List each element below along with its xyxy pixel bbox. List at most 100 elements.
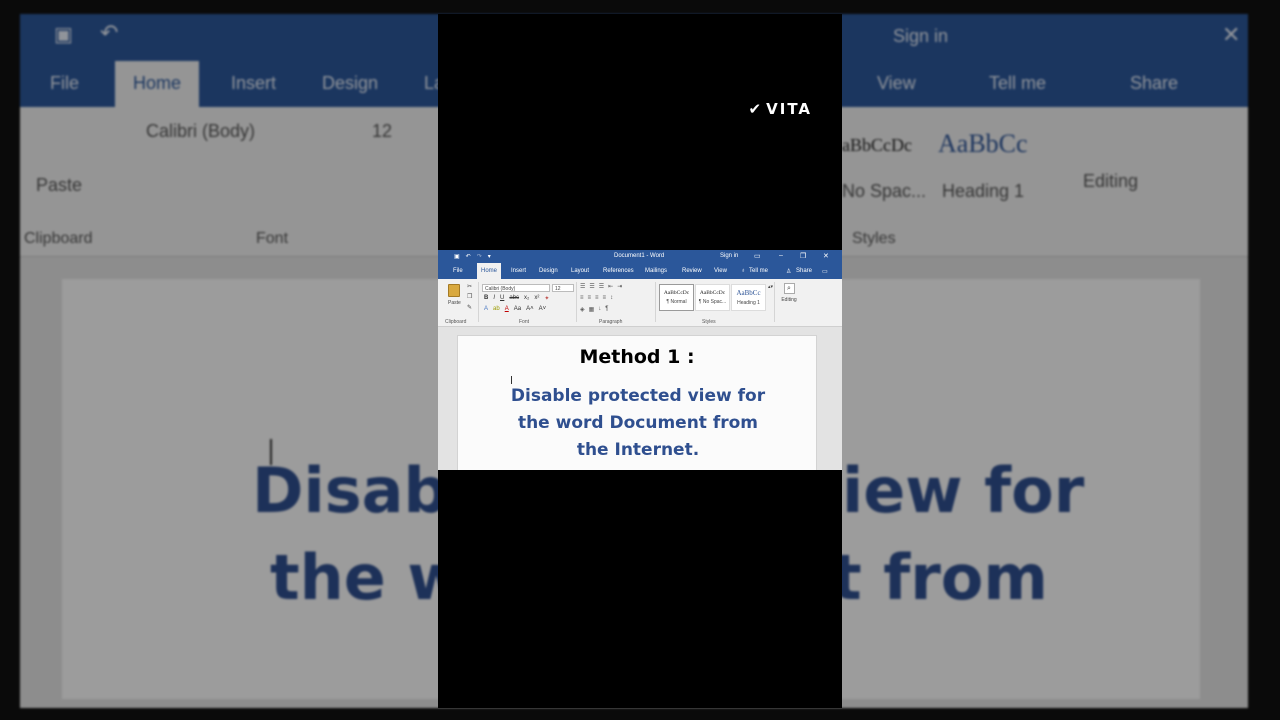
shading-icon[interactable]: ◈ xyxy=(580,306,585,313)
text-effects-icon[interactable]: A xyxy=(484,306,488,312)
separator xyxy=(478,282,479,322)
align-right-icon[interactable]: ≡ xyxy=(595,295,599,301)
tab-mailings[interactable]: Mailings xyxy=(645,263,667,279)
bg-save-icon: ▣ xyxy=(54,24,73,46)
body-line: the word Document from xyxy=(517,413,759,433)
quick-access-toolbar: ▣ ↶ ↷ ▾ xyxy=(454,253,491,260)
highlight-icon[interactable]: ab xyxy=(493,306,500,312)
font-color-row: A ab A Aa A˄ A˅ xyxy=(484,306,546,312)
font-name-select[interactable]: Calibri (Body) xyxy=(482,284,550,292)
group-label-styles: Styles xyxy=(702,319,716,325)
tab-home[interactable]: Home xyxy=(477,263,502,279)
bg-text-left-1: Disabl xyxy=(252,454,470,527)
italic-button[interactable]: I xyxy=(493,295,495,302)
tab-review[interactable]: Review xyxy=(682,263,702,279)
tab-layout[interactable]: Layout xyxy=(571,263,589,279)
title-bar: ▣ ↶ ↷ ▾ Document1 - Word Sign in ▭ – ❐ ✕ xyxy=(438,250,842,263)
paragraph-row-3: ◈ ▦ ↓ ¶ xyxy=(580,306,609,313)
bg-font-size: 12 xyxy=(372,121,393,141)
bg-text-left-2: the w xyxy=(270,541,465,614)
copy-icon[interactable]: ❐ xyxy=(467,293,472,300)
tab-references[interactable]: References xyxy=(603,263,634,279)
close-icon[interactable]: ✕ xyxy=(823,252,829,260)
increase-indent-icon[interactable]: ⇥ xyxy=(617,283,622,290)
minimize-icon[interactable]: – xyxy=(779,252,783,259)
vita-logo-icon: ✔ xyxy=(748,100,762,118)
lightbulb-icon: ♁ xyxy=(741,268,746,274)
comments-icon[interactable]: ▭ xyxy=(822,263,828,279)
bg-tab-share: Share xyxy=(1130,73,1179,93)
editing-label: Editing xyxy=(781,297,797,303)
underline-button[interactable]: U xyxy=(500,295,504,302)
word-window: ▣ ↶ ↷ ▾ Document1 - Word Sign in ▭ – ❐ ✕… xyxy=(438,250,842,470)
format-painter-icon[interactable]: ✎ xyxy=(467,304,472,311)
paste-label[interactable]: Paste xyxy=(448,300,461,306)
justify-icon[interactable]: ≡ xyxy=(603,295,607,301)
font-color-icon[interactable]: A xyxy=(505,306,509,312)
bg-style-sample-heading: AaBbCc xyxy=(938,129,1028,158)
editing-button[interactable]: ⌕ Editing xyxy=(778,283,800,303)
bold-button[interactable]: B xyxy=(484,295,488,302)
bg-style-name-1: No Spac... xyxy=(842,181,927,201)
paste-icon[interactable] xyxy=(448,284,460,297)
vita-label: VITA xyxy=(766,100,812,118)
borders-icon[interactable]: ▦ xyxy=(589,306,595,313)
sign-in-link[interactable]: Sign in xyxy=(720,253,738,259)
style-no-spacing[interactable]: AaBbCcDc ¶ No Spac... xyxy=(695,284,730,311)
tab-insert[interactable]: Insert xyxy=(511,263,526,279)
align-left-icon[interactable]: ≡ xyxy=(580,295,584,301)
search-icon: ⌕ xyxy=(783,283,795,294)
tab-design[interactable]: Design xyxy=(539,263,558,279)
shrink-font-icon[interactable]: A˅ xyxy=(539,306,547,312)
tell-me-box[interactable]: Tell me xyxy=(749,263,768,279)
bg-styles-label: Styles xyxy=(852,230,896,247)
bg-style-sample: aBbCcDc xyxy=(842,135,912,155)
document-title: Document1 - Word xyxy=(614,253,665,259)
superscript-button[interactable]: x² xyxy=(534,295,539,302)
clear-formatting-icon[interactable]: ✦ xyxy=(544,295,549,302)
method-heading: Method 1 : xyxy=(579,346,695,368)
save-icon[interactable]: ▣ xyxy=(454,253,460,260)
video-frame: ✔ VITA ▣ ↶ ↷ ▾ Document1 - Word Sign in ▭… xyxy=(438,14,842,708)
line-spacing-icon[interactable]: ↕ xyxy=(610,295,613,301)
strikethrough-button[interactable]: abc xyxy=(509,295,519,302)
paragraph-row-1: ☰ ☰ ☰ ⇤ ⇥ xyxy=(580,283,622,290)
bg-tab-tell-me: Tell me xyxy=(989,73,1047,93)
tab-view[interactable]: View xyxy=(714,263,727,279)
bg-text-right-2: t from xyxy=(832,541,1048,614)
numbering-icon[interactable]: ☰ xyxy=(589,283,594,290)
font-format-row: B I U abc x₂ x² ✦ xyxy=(484,295,549,302)
tab-file[interactable]: File xyxy=(453,263,463,279)
customize-toolbar-icon[interactable]: ▾ xyxy=(488,253,491,260)
grow-font-icon[interactable]: A˄ xyxy=(526,306,534,312)
ribbon-display-options-icon[interactable]: ▭ xyxy=(754,252,761,260)
show-marks-icon[interactable]: ¶ xyxy=(605,306,608,313)
styles-scroll-icon[interactable]: ▴▾ xyxy=(768,284,773,290)
change-case-icon[interactable]: Aa xyxy=(514,306,521,312)
multilevel-list-icon[interactable]: ☰ xyxy=(599,283,604,290)
bg-close-icon: ✕ xyxy=(1222,22,1241,47)
style-normal[interactable]: AaBbCcDc ¶ Normal xyxy=(659,284,694,311)
sort-icon[interactable]: ↓ xyxy=(598,306,601,313)
vita-watermark: ✔ VITA xyxy=(749,100,812,118)
bullets-icon[interactable]: ☰ xyxy=(580,283,585,290)
document-page[interactable]: Method 1 : Disable protected view for th… xyxy=(457,335,817,470)
undo-icon[interactable]: ↶ xyxy=(466,253,471,260)
separator xyxy=(576,282,577,322)
restore-icon[interactable]: ❐ xyxy=(800,252,806,260)
share-button[interactable]: Share xyxy=(796,263,812,279)
style-heading-1[interactable]: AaBbCc Heading 1 xyxy=(731,284,766,311)
style-sample: AaBbCcDc xyxy=(699,290,726,296)
ribbon-tabs: File Home Insert Design Layout Reference… xyxy=(438,263,842,279)
styles-gallery: AaBbCcDc ¶ Normal AaBbCcDc ¶ No Spac... … xyxy=(659,284,773,312)
decrease-indent-icon[interactable]: ⇤ xyxy=(608,283,613,290)
font-size-select[interactable]: 12 xyxy=(552,284,574,292)
paragraph-row-2: ≡ ≡ ≡ ≡ ↕ xyxy=(580,295,613,301)
align-center-icon[interactable]: ≡ xyxy=(588,295,592,301)
redo-icon[interactable]: ↷ xyxy=(477,253,482,260)
bg-font-name: Calibri (Body) xyxy=(146,121,256,141)
bg-paste-label: Paste xyxy=(36,175,83,195)
cut-icon[interactable]: ✂ xyxy=(467,283,472,290)
body-paragraph: Disable protected view for the word Docu… xyxy=(488,383,788,464)
subscript-button[interactable]: x₂ xyxy=(524,295,529,302)
